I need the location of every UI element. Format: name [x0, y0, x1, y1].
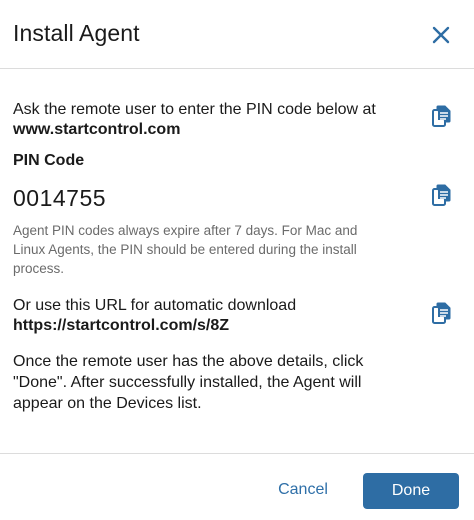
dialog-footer: Cancel Done — [0, 453, 474, 520]
copy-url-button[interactable] — [430, 104, 454, 128]
closing-line: appear on the Devices list. — [13, 395, 202, 412]
close-icon — [432, 26, 450, 44]
copy-download-url-button[interactable] — [430, 301, 454, 325]
closing-line: "Done". After successfully installed, th… — [13, 374, 362, 391]
pin-value: 0014755 — [13, 185, 107, 211]
closing-text: Once the remote user has the above detai… — [13, 351, 363, 414]
close-button[interactable] — [428, 22, 454, 48]
done-button[interactable]: Done — [363, 473, 459, 509]
instructions-url: www.startcontrol.com — [13, 121, 181, 138]
pin-note: Agent PIN codes always expire after 7 da… — [13, 221, 357, 278]
download-line: Or use this URL for automatic download — [13, 297, 297, 314]
pin-note-line: Agent PIN codes always expire after 7 da… — [13, 223, 358, 238]
dialog-header: Install Agent — [0, 0, 474, 69]
download-url: https://startcontrol.com/s/8Z — [13, 317, 230, 334]
cancel-button[interactable]: Cancel — [266, 473, 340, 507]
copy-icon — [432, 302, 451, 324]
instructions-line: Ask the remote user to enter the PIN cod… — [13, 101, 376, 118]
install-agent-dialog: Install Agent Ask the remote user to ent… — [0, 0, 474, 520]
pin-label: PIN Code — [13, 152, 85, 169]
pin-note-line: Linux Agents, the PIN should be entered … — [13, 242, 357, 257]
pin-note-line: process. — [13, 261, 65, 276]
copy-icon — [432, 184, 451, 206]
copy-pin-button[interactable] — [430, 183, 454, 207]
instructions-text: Ask the remote user to enter the PIN cod… — [13, 100, 376, 140]
download-text: Or use this URL for automatic download h… — [13, 296, 296, 336]
dialog-title: Install Agent — [13, 20, 140, 46]
copy-icon — [432, 105, 451, 127]
closing-line: Once the remote user has the above detai… — [13, 353, 364, 370]
